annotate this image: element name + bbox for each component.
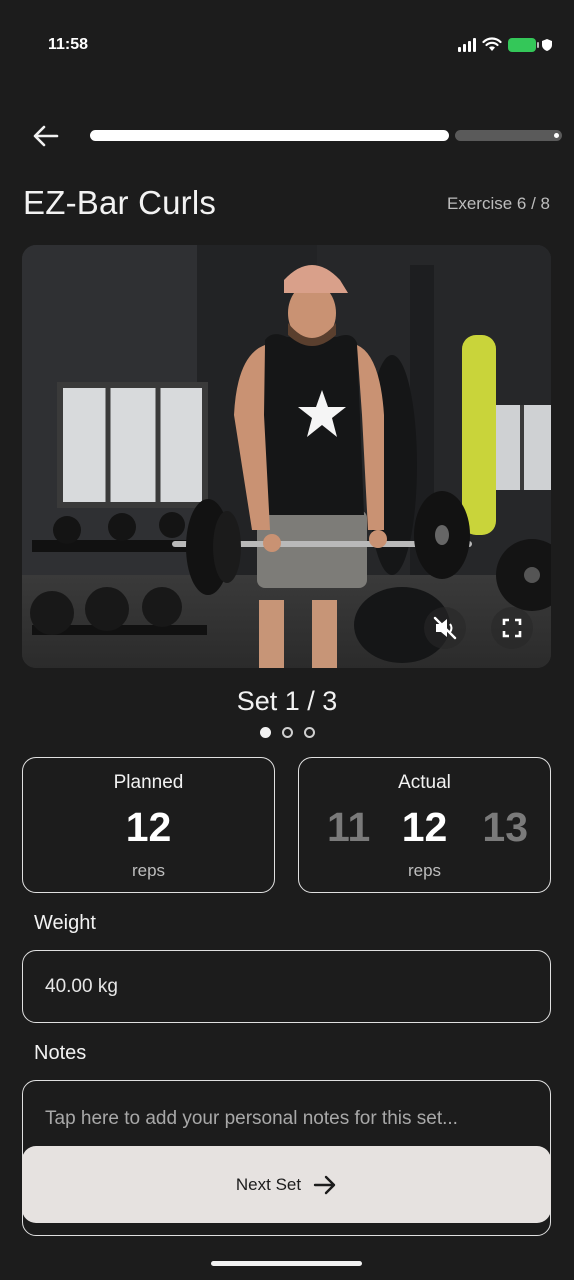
progress-remaining bbox=[455, 130, 562, 141]
weight-value: 40.00 kg bbox=[45, 976, 118, 997]
notes-placeholder: Tap here to add your personal notes for … bbox=[45, 1108, 458, 1129]
volume-muted-icon bbox=[433, 616, 457, 640]
weight-label: Weight bbox=[34, 912, 96, 934]
arrow-left-icon bbox=[33, 125, 59, 147]
next-set-button[interactable]: Next Set bbox=[22, 1146, 551, 1223]
planned-label: Planned bbox=[113, 772, 184, 793]
shield-icon bbox=[542, 38, 552, 51]
battery-icon bbox=[508, 37, 539, 52]
arrow-right-icon bbox=[313, 1175, 336, 1194]
exercise-title: EZ-Bar Curls bbox=[23, 184, 217, 221]
back-button[interactable] bbox=[28, 118, 64, 154]
fullscreen-icon bbox=[502, 618, 522, 638]
actual-next-value[interactable]: 13 bbox=[482, 804, 528, 851]
status-time: 11:58 bbox=[48, 36, 89, 53]
fullscreen-button[interactable] bbox=[491, 607, 533, 649]
workout-progress-bar bbox=[90, 130, 562, 141]
home-indicator bbox=[211, 1261, 362, 1266]
set-dot-1[interactable] bbox=[259, 727, 271, 738]
weight-field[interactable]: 40.00 kg bbox=[22, 950, 551, 1023]
planned-reps-card: Planned 12 reps bbox=[22, 757, 275, 893]
mute-button[interactable] bbox=[424, 607, 466, 649]
video-frame bbox=[22, 245, 551, 668]
planned-value: 12 bbox=[125, 804, 172, 850]
actual-label: Actual bbox=[398, 772, 451, 793]
wifi-icon bbox=[482, 37, 502, 51]
actual-reps-picker[interactable]: Actual 11 12 13 reps bbox=[298, 757, 551, 893]
set-title: Set 1 / 3 bbox=[236, 686, 338, 716]
signal-icon bbox=[458, 37, 476, 52]
progress-fill bbox=[90, 130, 449, 141]
notes-label: Notes bbox=[34, 1042, 87, 1064]
workout-screen: 11:58 EZ-Bar Curls Exercise 6 / 8 Set 1 … bbox=[0, 0, 574, 1280]
exercise-video[interactable] bbox=[22, 245, 551, 668]
status-icons bbox=[458, 37, 552, 52]
exercise-counter: Exercise 6 / 8 bbox=[447, 194, 550, 213]
set-dot-2[interactable] bbox=[281, 727, 293, 738]
next-set-label: Next Set bbox=[235, 1174, 302, 1194]
actual-unit: reps bbox=[407, 861, 442, 880]
set-dot-3[interactable] bbox=[303, 727, 315, 738]
planned-unit: reps bbox=[131, 861, 166, 880]
set-pagination bbox=[0, 727, 574, 738]
